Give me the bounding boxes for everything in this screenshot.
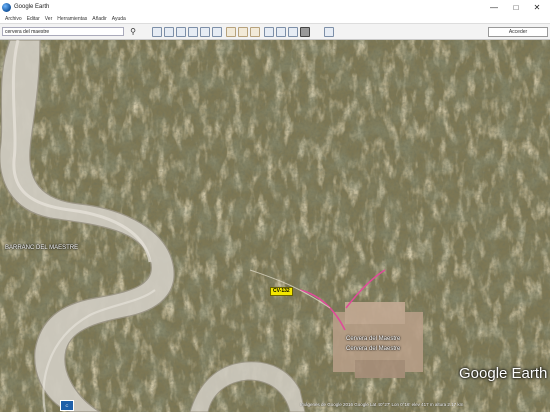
google-earth-logo: Google Earth xyxy=(459,365,548,382)
sidebar-toggle-icon[interactable] xyxy=(152,27,162,37)
earth-view[interactable]: BARRANC DEL MAESTRE CV-132 Cervera del M… xyxy=(0,40,550,412)
search-input[interactable]: cervera del maestre xyxy=(2,27,124,36)
status-bar: C Imágenes de Google 2016 Google Lat 40°… xyxy=(0,400,550,412)
town-label[interactable]: Cervera del Maestre xyxy=(346,336,400,342)
placemark-icon[interactable] xyxy=(164,27,174,37)
status-badge: C xyxy=(60,400,74,411)
search-icon[interactable]: ⚲ xyxy=(128,27,138,37)
window-title: Google Earth xyxy=(14,4,50,10)
planet-icon[interactable] xyxy=(250,27,260,37)
maximize-button[interactable]: □ xyxy=(506,0,526,14)
menu-tools[interactable]: Herramientas xyxy=(57,16,87,22)
ruler-icon[interactable] xyxy=(264,27,274,37)
town-label-secondary[interactable]: Cervera del Maestre xyxy=(346,346,400,352)
sign-in-button[interactable]: Acceder xyxy=(488,27,548,37)
minimize-button[interactable]: — xyxy=(484,0,504,14)
area-label[interactable]: BARRANC DEL MAESTRE xyxy=(5,245,78,251)
sun-icon[interactable] xyxy=(238,27,248,37)
menu-add[interactable]: Añadir xyxy=(92,16,106,22)
email-icon[interactable] xyxy=(276,27,286,37)
maps-icon[interactable] xyxy=(300,27,310,37)
menu-help[interactable]: Ayuda xyxy=(112,16,126,22)
tour-icon[interactable] xyxy=(212,27,222,37)
menu-file[interactable]: Archivo xyxy=(5,16,22,22)
overlay-icon[interactable] xyxy=(200,27,210,37)
layers-icon[interactable] xyxy=(324,27,334,37)
menu-bar: Archivo Editar Ver Herramientas Añadir A… xyxy=(0,14,550,23)
menu-view[interactable]: Ver xyxy=(45,16,53,22)
title-bar: Google Earth — □ ✕ xyxy=(0,0,550,14)
polygon-icon[interactable] xyxy=(176,27,186,37)
toolbar: cervera del maestre ⚲ Acceder xyxy=(0,23,550,40)
path-icon[interactable] xyxy=(188,27,198,37)
close-button[interactable]: ✕ xyxy=(527,0,547,14)
satellite-imagery xyxy=(0,40,550,412)
road-label[interactable]: CV-132 xyxy=(270,287,293,296)
imagery-info: Imágenes de Google 2016 Google Lat 40°27… xyxy=(300,402,464,407)
google-earth-icon xyxy=(2,2,11,12)
menu-edit[interactable]: Editar xyxy=(27,16,40,22)
history-icon[interactable] xyxy=(226,27,236,37)
print-icon[interactable] xyxy=(288,27,298,37)
